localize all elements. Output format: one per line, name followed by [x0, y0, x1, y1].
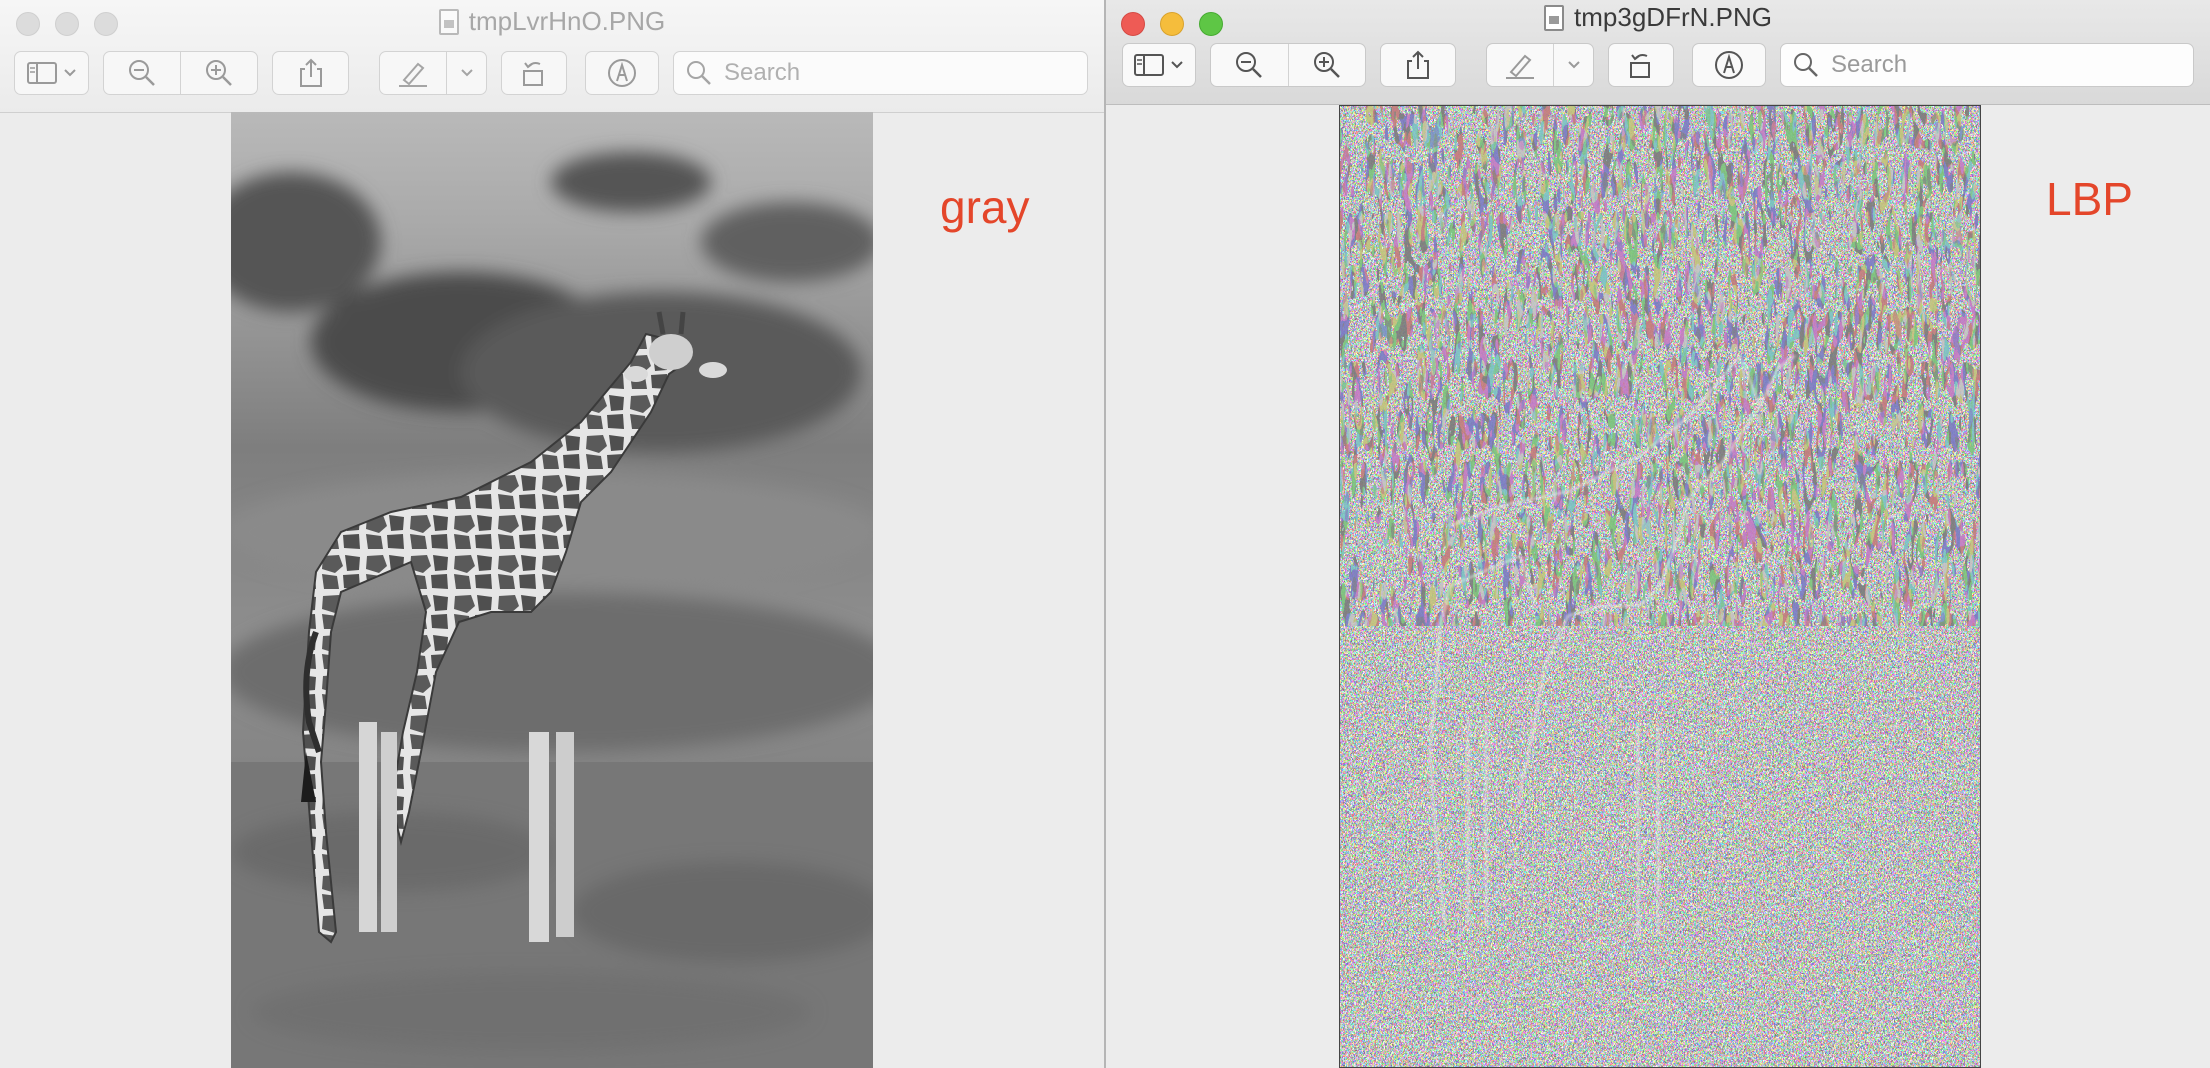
rotate-icon — [1630, 54, 1650, 78]
markup-toolbar-button[interactable] — [1692, 43, 1766, 87]
rotate-button[interactable] — [1608, 43, 1674, 87]
share-icon — [1407, 50, 1429, 79]
window-title: tmp3gDFrN.PNG — [1574, 2, 1772, 32]
search-input[interactable] — [722, 58, 1066, 88]
title-bar[interactable]: tmp3gDFrN.PNG — [1106, 0, 2210, 105]
lbp-texture — [1340, 106, 1980, 1067]
sidebar-toggle-button[interactable] — [14, 51, 89, 95]
chevron-down-icon — [1567, 61, 1580, 69]
zoom-out-button[interactable] — [104, 52, 180, 94]
zoom-out-button[interactable] — [1211, 44, 1288, 86]
zoom-in-button[interactable] — [1287, 44, 1366, 86]
sidebar-toggle-button[interactable] — [1122, 43, 1196, 87]
document-icon — [438, 8, 459, 35]
window-title: tmpLvrHnO.PNG — [468, 6, 666, 36]
search-field[interactable] — [1780, 43, 2194, 87]
zoom-in-button[interactable] — [180, 52, 257, 94]
share-button[interactable] — [272, 51, 349, 95]
markup-toolbar-button[interactable] — [585, 51, 659, 95]
markup-pen-icon — [1715, 51, 1743, 79]
highlight-options-button[interactable] — [446, 52, 486, 94]
chevron-down-icon — [1171, 61, 1183, 69]
title-bar[interactable]: tmpLvrHnO.PNG — [0, 0, 1104, 113]
search-icon — [1794, 53, 1818, 77]
annotation-label-gray: gray — [940, 181, 1030, 233]
markup-controls — [379, 51, 487, 95]
zoom-in-icon — [1313, 52, 1340, 78]
preview-window-gray: tmpLvrHnO.PNG Search gray — [0, 0, 1104, 1068]
search-field[interactable] — [673, 51, 1088, 95]
share-icon — [299, 58, 322, 87]
highlight-button[interactable] — [380, 52, 446, 94]
markup-pen-icon — [608, 59, 636, 87]
zoom-in-icon — [206, 60, 232, 86]
chevron-down-icon — [63, 69, 76, 77]
highlighter-icon — [399, 62, 428, 87]
share-button[interactable] — [1380, 43, 1456, 87]
rotate-button[interactable] — [501, 51, 567, 95]
preview-window-lbp: tmp3gDFrN.PNG Search LBP — [1104, 0, 2210, 1068]
highlighter-icon — [1506, 54, 1535, 79]
highlight-button[interactable] — [1487, 44, 1553, 86]
grayscale-image — [231, 112, 873, 1068]
zoom-out-icon — [129, 60, 155, 86]
lbp-image — [1339, 105, 1981, 1068]
zoom-controls — [1210, 43, 1366, 87]
search-icon — [687, 61, 711, 85]
search-input[interactable] — [1829, 50, 2173, 80]
chevron-down-icon — [460, 69, 473, 77]
annotation-label-lbp: LBP — [2046, 173, 2133, 225]
highlight-options-button[interactable] — [1553, 44, 1593, 86]
rotate-icon — [523, 62, 543, 86]
zoom-out-icon — [1236, 52, 1263, 78]
markup-controls — [1486, 43, 1594, 87]
sidebar-icon — [26, 62, 57, 84]
giraffe-photo — [231, 112, 873, 1068]
sidebar-icon — [1134, 54, 1164, 76]
document-icon — [1544, 4, 1565, 31]
zoom-controls — [103, 51, 258, 95]
